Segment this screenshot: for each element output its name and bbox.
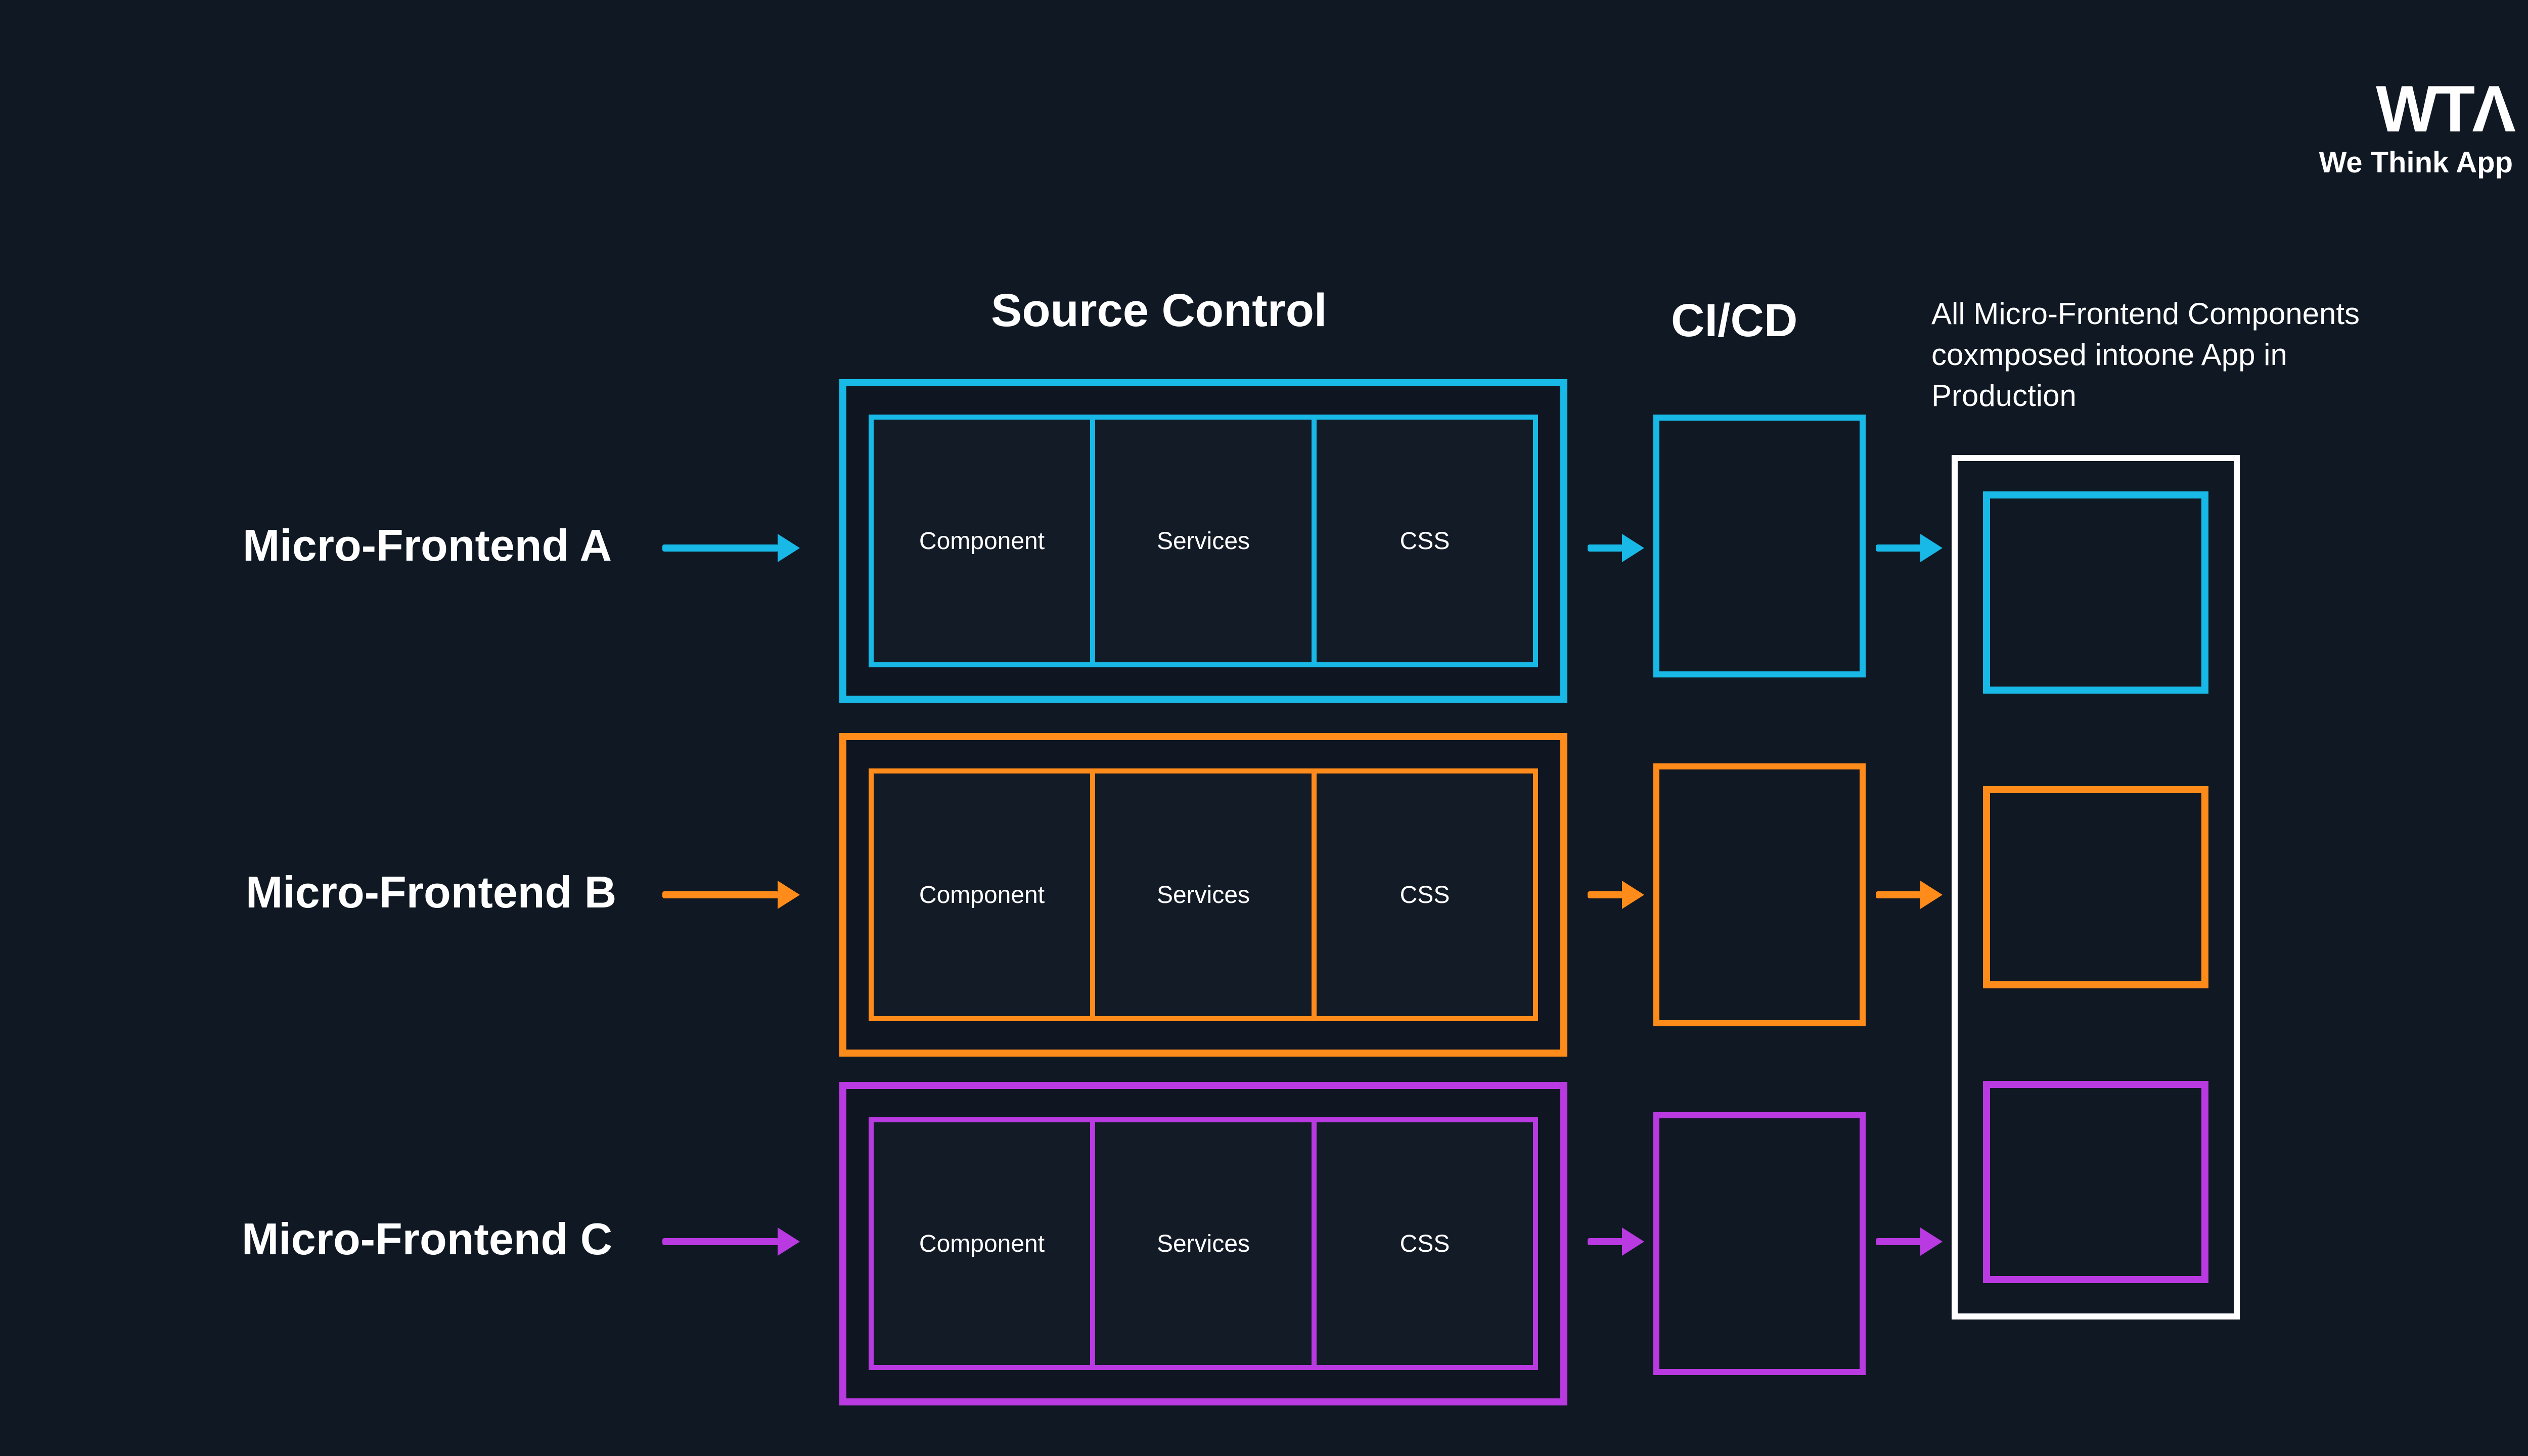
arrow-c-1 bbox=[662, 1227, 800, 1256]
diagram-stage: WTΛ We Think App Source Control CI/CD Al… bbox=[0, 0, 2528, 1456]
source-box-c: Component Services CSS bbox=[839, 1082, 1567, 1405]
arrow-c-3 bbox=[1876, 1227, 1943, 1256]
label-microfrontend-c: Micro-Frontend C bbox=[242, 1213, 612, 1265]
cell-c-services: Services bbox=[1090, 1117, 1317, 1370]
cell-c-css: CSS bbox=[1312, 1117, 1538, 1370]
arrow-c-2 bbox=[1588, 1227, 1644, 1256]
row-microfrontend-c: Micro-Frontend C Component Services CSS bbox=[0, 0, 2528, 1456]
cicd-box-c bbox=[1653, 1112, 1866, 1375]
cell-c-component: Component bbox=[869, 1117, 1095, 1370]
